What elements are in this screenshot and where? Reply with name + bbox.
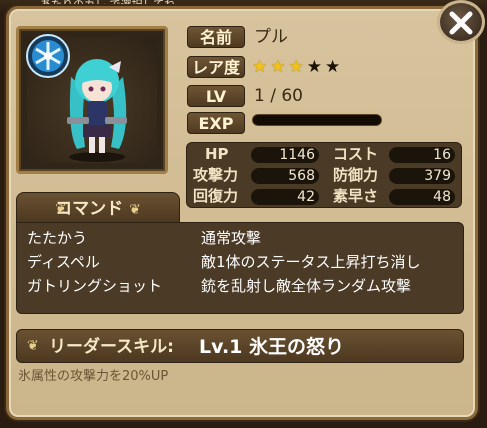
- exp-label: EXP: [187, 112, 245, 134]
- rarity-stars: ★ ★ ★ ★ ★: [252, 56, 340, 78]
- star-filled-icon: ★: [252, 57, 268, 77]
- scroll-ornament-left-icon: ❦: [55, 201, 67, 217]
- name-label: 名前: [187, 26, 245, 48]
- leader-skill-name: Lv.1 氷王の怒り: [199, 336, 344, 358]
- level-value: 1 / 60: [254, 86, 303, 106]
- command-name: ガトリングショット: [27, 277, 163, 295]
- command-list: たたかう 通常攻撃 ディスペル 敵1体のステータス上昇打ち消し ガトリングショッ…: [16, 222, 464, 314]
- command-description: 銃を乱射し敵全体ランダム攻撃: [201, 277, 412, 295]
- hp-value: 1146: [251, 147, 319, 163]
- hp-label: HP: [205, 145, 229, 163]
- command-description: 通常攻撃: [201, 229, 262, 247]
- recovery-value: 42: [251, 189, 319, 205]
- attack-label: 攻撃力: [193, 166, 239, 184]
- star-filled-icon: ★: [270, 57, 286, 77]
- leader-skill-label: リーダースキル:: [49, 337, 174, 357]
- character-portrait-frame: [16, 26, 168, 174]
- command-name: たたかう: [27, 229, 88, 247]
- level-label: LV: [187, 85, 245, 107]
- leader-skill-bar: ❦ リーダースキル: Lv.1 氷王の怒り: [16, 329, 464, 363]
- ice-crystal-emblem-icon: [26, 34, 70, 78]
- cost-value: 16: [389, 147, 455, 163]
- scroll-ornament-right-icon: ❦: [129, 202, 141, 218]
- command-name: ディスペル: [27, 253, 100, 271]
- command-tab: ❦ コマンド ❦: [16, 192, 180, 224]
- defense-value: 379: [389, 168, 455, 184]
- attack-value: 568: [251, 168, 319, 184]
- leader-skill-description: 氷属性の攻撃力を20%UP: [18, 369, 169, 384]
- speed-label: 素早さ: [333, 187, 379, 205]
- recovery-label: 回復力: [193, 187, 239, 205]
- command-description: 敵1体のステータス上昇打ち消し: [201, 253, 421, 271]
- cost-label: コスト: [333, 145, 379, 163]
- scroll-ornament-icon: ❦: [27, 338, 39, 354]
- star-empty-icon: ★: [306, 57, 322, 77]
- close-button[interactable]: [437, 0, 485, 44]
- star-empty-icon: ★: [325, 57, 341, 77]
- defense-label: 防御力: [333, 166, 379, 184]
- speed-value: 48: [389, 189, 455, 205]
- character-name: プル: [254, 27, 288, 47]
- exp-bar: [252, 114, 382, 126]
- close-x-icon: [449, 11, 473, 35]
- rarity-label: レア度: [187, 56, 245, 78]
- star-filled-icon: ★: [288, 57, 304, 77]
- stats-panel: HP 1146 コスト 16 攻撃力 568 防御力 379 回復力 42 素早…: [186, 142, 462, 208]
